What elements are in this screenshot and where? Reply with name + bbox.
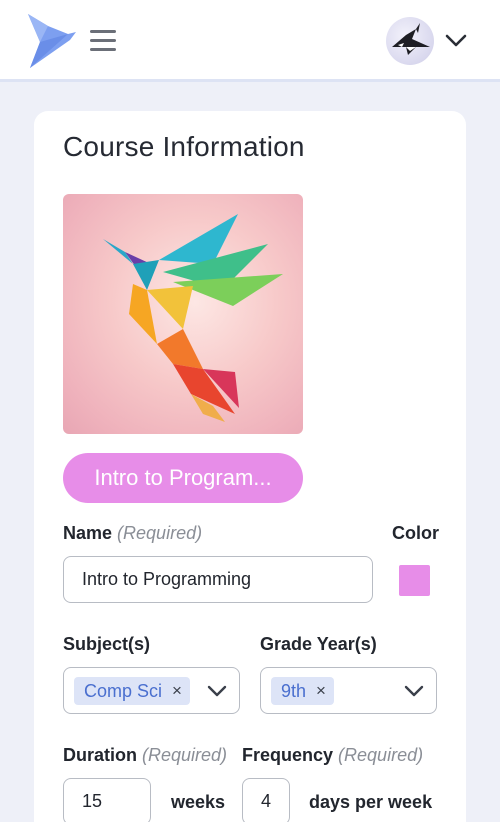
frequency-unit: days per week xyxy=(309,792,433,812)
duration-label: Duration (Required) xyxy=(63,745,227,766)
color-picker-swatch[interactable] xyxy=(399,565,430,596)
chevron-down-icon[interactable] xyxy=(206,682,228,700)
frequency-required-hint: (Required) xyxy=(338,745,424,765)
duration-required-hint: (Required) xyxy=(142,745,228,765)
course-image[interactable] xyxy=(63,194,303,434)
frequency-label: Frequency (Required) xyxy=(242,745,423,766)
hamburger-menu-icon[interactable] xyxy=(90,30,116,52)
page-title: Course Information xyxy=(63,131,305,162)
origami-orca-avatar-icon xyxy=(392,23,430,55)
subject-chip-label: Comp Sci xyxy=(84,680,163,701)
name-required-hint: (Required) xyxy=(117,523,203,543)
origami-hummingbird-icon xyxy=(103,214,283,422)
color-label: Color xyxy=(392,523,439,543)
name-label-text: Name xyxy=(63,523,113,543)
name-label: Name (Required) xyxy=(63,523,202,544)
chevron-down-icon[interactable] xyxy=(403,682,425,700)
grade-year-label: Grade Year(s) xyxy=(260,634,377,654)
avatar[interactable] xyxy=(386,17,434,65)
subjects-label: Subject(s) xyxy=(63,634,151,654)
grade-chip-label: 9th xyxy=(281,680,307,701)
name-input[interactable]: Intro to Programming xyxy=(63,556,373,603)
remove-chip-icon[interactable]: × xyxy=(316,681,326,701)
paper-plane-bird-logo-icon[interactable] xyxy=(26,12,78,70)
chevron-down-icon[interactable] xyxy=(444,30,468,50)
subjects-select[interactable]: Comp Sci × xyxy=(63,667,240,714)
grade-chip: 9th × xyxy=(271,677,334,705)
subject-chip: Comp Sci × xyxy=(74,677,190,705)
course-name-button[interactable]: Intro to Program... xyxy=(63,453,303,503)
frequency-input[interactable]: 4 xyxy=(242,778,290,822)
top-bar xyxy=(0,0,500,82)
duration-unit: weeks xyxy=(171,792,226,812)
grade-year-select[interactable]: 9th × xyxy=(260,667,437,714)
duration-label-text: Duration xyxy=(63,745,137,765)
frequency-label-text: Frequency xyxy=(242,745,334,765)
duration-input[interactable]: 15 xyxy=(63,778,151,822)
remove-chip-icon[interactable]: × xyxy=(172,681,182,701)
course-information-card: Course Information Intro to Program... N… xyxy=(34,111,466,822)
